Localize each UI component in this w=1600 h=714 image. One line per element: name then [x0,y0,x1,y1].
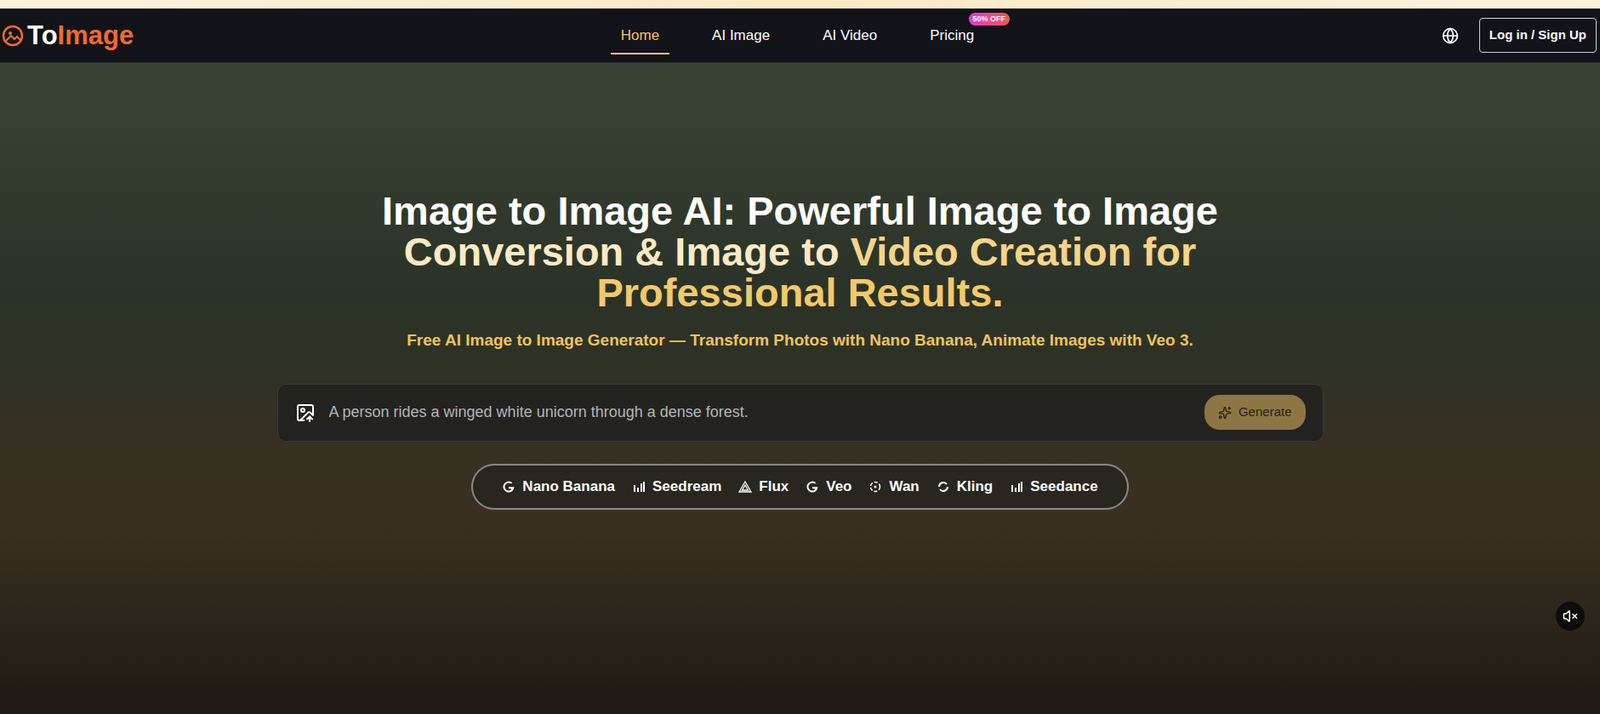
bars-icon [1009,479,1024,494]
nav-item[interactable]: AI Image [701,16,781,56]
logo-text: ToImage [27,22,134,49]
model-item[interactable]: Seedance [1009,475,1098,498]
model-pills: Nano Banana Seedream Flux Veo Wan Kling Seedan… [471,463,1128,510]
model-item[interactable]: Wan [868,475,919,498]
loop-icon [936,479,951,494]
google-icon [501,479,516,494]
upload-image-icon[interactable] [295,402,316,423]
swirl-icon [868,479,883,494]
model-item[interactable]: Veo [805,475,852,498]
hero: Image to Image AI: Powerful Image to Ima… [0,62,1600,714]
logo[interactable]: ToImage [0,22,222,49]
nav-item[interactable]: AI Video [812,16,888,56]
model-item[interactable]: Flux [738,475,789,498]
logo-icon [1,24,24,47]
nav-item[interactable]: Home [610,16,670,56]
nav-right: Log in / Sign Up [1441,17,1600,53]
globe-icon[interactable] [1441,27,1459,45]
google-icon [805,479,820,494]
login-button[interactable]: Log in / Sign Up [1479,17,1597,53]
prompt-bar: Generate [277,383,1324,442]
hero-subtitle: Free AI Image to Image Generator — Trans… [406,328,1194,354]
model-item[interactable]: Seedream [632,475,722,498]
discount-badge: 50% OFF [968,12,1011,27]
model-item[interactable]: Kling [936,475,994,498]
bars-icon [632,479,646,494]
navbar: ToImage Home AI Image AI Video Pricing50% OF… [0,8,1600,63]
page: ToImage Home AI Image AI Video Pricing50% OF… [0,0,1600,714]
muted-speaker-icon [1562,608,1578,624]
hero-heading: Image to Image AI: Powerful Image to Ima… [381,190,1219,314]
sparkle-icon [1218,405,1232,420]
top-strip [0,0,1600,9]
prompt-input[interactable] [329,400,1191,424]
nav-item[interactable]: Pricing50% OFF [919,16,985,56]
nav-menu: Home AI Image AI Video Pricing50% OFF [221,16,1442,56]
model-item[interactable]: Nano Banana [501,475,615,498]
mute-button[interactable] [1555,601,1585,631]
triangle-icon [738,479,752,494]
generate-button[interactable]: Generate [1204,394,1306,430]
